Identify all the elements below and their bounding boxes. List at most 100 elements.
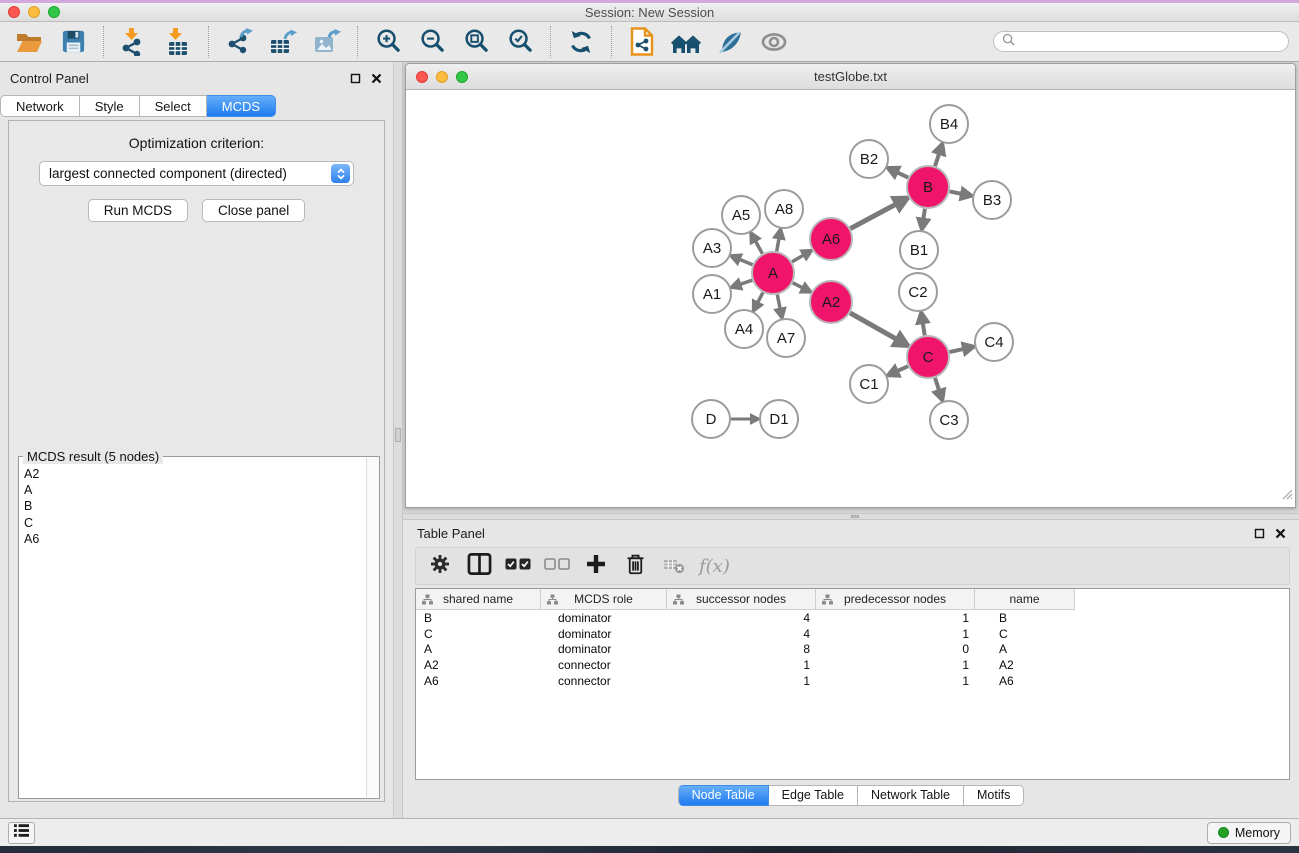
graph-node-B3[interactable]: B3	[973, 181, 1011, 219]
table-row-c[interactable]: Cdominator41C	[416, 626, 1289, 642]
table-row-b[interactable]: Bdominator41B	[416, 610, 1289, 626]
zoom-in-button[interactable]	[369, 26, 407, 58]
graph-node-A3[interactable]: A3	[693, 229, 731, 267]
column-header-name[interactable]: name	[975, 589, 1075, 610]
result-item-b[interactable]: B	[24, 498, 361, 514]
column-header-shared-name[interactable]: shared name	[416, 589, 541, 610]
show-panels-button[interactable]	[755, 26, 793, 58]
table-row-a6[interactable]: A6connector11A6	[416, 673, 1289, 689]
export-network-button[interactable]	[220, 26, 258, 58]
search-field[interactable]	[993, 31, 1289, 52]
tab-edge-table[interactable]: Edge Table	[769, 785, 858, 806]
save-session-button[interactable]	[54, 26, 92, 58]
column-header-successor-nodes[interactable]: successor nodes	[667, 589, 816, 610]
export-table-button[interactable]	[264, 26, 302, 58]
tab-network-table[interactable]: Network Table	[858, 785, 964, 806]
graph-node-C[interactable]: C	[907, 336, 949, 378]
refresh-button[interactable]	[562, 26, 600, 58]
close-panel-button[interactable]: Close panel	[202, 199, 305, 222]
graph-node-A6[interactable]: A6	[810, 218, 852, 260]
dropdown-stepper-icon	[331, 164, 350, 183]
column-header-predecessor-nodes[interactable]: predecessor nodes	[816, 589, 975, 610]
zoom-selected-button[interactable]	[501, 26, 539, 58]
graph-node-B2[interactable]: B2	[850, 140, 888, 178]
edge-B-B4	[935, 153, 939, 166]
graph-node-A4[interactable]: A4	[725, 310, 763, 348]
zoom-fit-button[interactable]	[457, 26, 495, 58]
result-item-c[interactable]: C	[24, 515, 361, 531]
tab-node-table[interactable]: Node Table	[678, 785, 769, 806]
select-all-button[interactable]	[502, 551, 534, 581]
tab-network[interactable]: Network	[0, 95, 80, 117]
result-scrollbar[interactable]	[366, 458, 379, 797]
cell-successor-nodes: 4	[667, 627, 816, 641]
function-builder-button[interactable]: f(x)	[697, 556, 730, 577]
result-item-a2[interactable]: A2	[24, 466, 361, 482]
criterion-dropdown[interactable]: largest connected component (directed)	[39, 161, 354, 186]
edge-A2-C	[850, 313, 897, 340]
close-network-button[interactable]	[416, 71, 428, 83]
graph-node-D[interactable]: D	[692, 400, 730, 438]
float-panel-icon[interactable]	[1253, 527, 1266, 540]
hide-panels-button[interactable]	[711, 26, 749, 58]
run-mcds-button[interactable]: Run MCDS	[88, 199, 188, 222]
table-row-a2[interactable]: A2connector11A2	[416, 657, 1289, 673]
graph-node-A7[interactable]: A7	[767, 319, 805, 357]
result-item-a6[interactable]: A6	[24, 531, 361, 547]
zoom-network-button[interactable]	[456, 71, 468, 83]
vertical-splitter[interactable]	[393, 62, 403, 818]
close-panel-icon[interactable]	[1274, 527, 1287, 540]
tab-motifs[interactable]: Motifs	[964, 785, 1024, 806]
task-history-button[interactable]	[8, 822, 35, 844]
svg-text:A2: A2	[822, 294, 840, 311]
graph-node-A5[interactable]: A5	[722, 196, 760, 234]
graph-node-A1[interactable]: A1	[693, 275, 731, 313]
graph-node-A8[interactable]: A8	[765, 190, 803, 228]
graph-node-C1[interactable]: C1	[850, 365, 888, 403]
graph-node-C2[interactable]: C2	[899, 273, 937, 311]
import-network-button[interactable]	[115, 26, 153, 58]
trash-icon	[624, 552, 647, 581]
graph-node-A2[interactable]: A2	[810, 281, 852, 323]
splitter-grip[interactable]	[395, 428, 401, 442]
add-row-button[interactable]	[580, 551, 612, 581]
graph-node-B1[interactable]: B1	[900, 231, 938, 269]
search-input[interactable]	[1020, 35, 1280, 49]
svg-text:B3: B3	[983, 192, 1001, 209]
export-image-button[interactable]	[308, 26, 346, 58]
network-document-button[interactable]	[623, 26, 661, 58]
tab-mcds[interactable]: MCDS	[207, 95, 276, 117]
close-panel-icon[interactable]	[370, 72, 383, 85]
graph-node-A[interactable]: A	[752, 252, 794, 294]
memory-button[interactable]: Memory	[1207, 822, 1291, 844]
table-row-a[interactable]: Adominator80A	[416, 642, 1289, 658]
result-item-a[interactable]: A	[24, 482, 361, 498]
home-button[interactable]	[667, 26, 705, 58]
resize-grip-icon[interactable]	[1282, 487, 1293, 505]
network-canvas[interactable]: B4 B2 B B3 A5A8A6 A3 B1 A A1 C2 A2 A4A7 C4 C C1 C3 D D1	[406, 90, 1295, 507]
show-columns-button[interactable]	[463, 551, 495, 581]
minimize-network-button[interactable]	[436, 71, 448, 83]
graph-node-B[interactable]: B	[907, 166, 949, 208]
svg-text:B1: B1	[910, 242, 928, 259]
close-window-button[interactable]	[8, 6, 20, 18]
zoom-window-button[interactable]	[48, 6, 60, 18]
graph-node-B4[interactable]: B4	[930, 105, 968, 143]
deselect-all-button[interactable]	[541, 551, 573, 581]
horizontal-splitter[interactable]	[403, 513, 1299, 520]
table-settings-button[interactable]	[424, 551, 456, 581]
minimize-window-button[interactable]	[28, 6, 40, 18]
graph-node-C4[interactable]: C4	[975, 323, 1013, 361]
open-session-button[interactable]	[10, 26, 48, 58]
splitter-grip[interactable]	[851, 515, 859, 518]
import-table-button[interactable]	[159, 26, 197, 58]
delete-table-button[interactable]	[658, 551, 690, 581]
column-header-mcds-role[interactable]: MCDS role	[541, 589, 667, 610]
float-panel-icon[interactable]	[349, 72, 362, 85]
zoom-out-button[interactable]	[413, 26, 451, 58]
tab-style[interactable]: Style	[80, 95, 140, 117]
delete-row-button[interactable]	[619, 551, 651, 581]
graph-node-C3[interactable]: C3	[930, 401, 968, 439]
graph-node-D1[interactable]: D1	[760, 400, 798, 438]
tab-select[interactable]: Select	[140, 95, 207, 117]
